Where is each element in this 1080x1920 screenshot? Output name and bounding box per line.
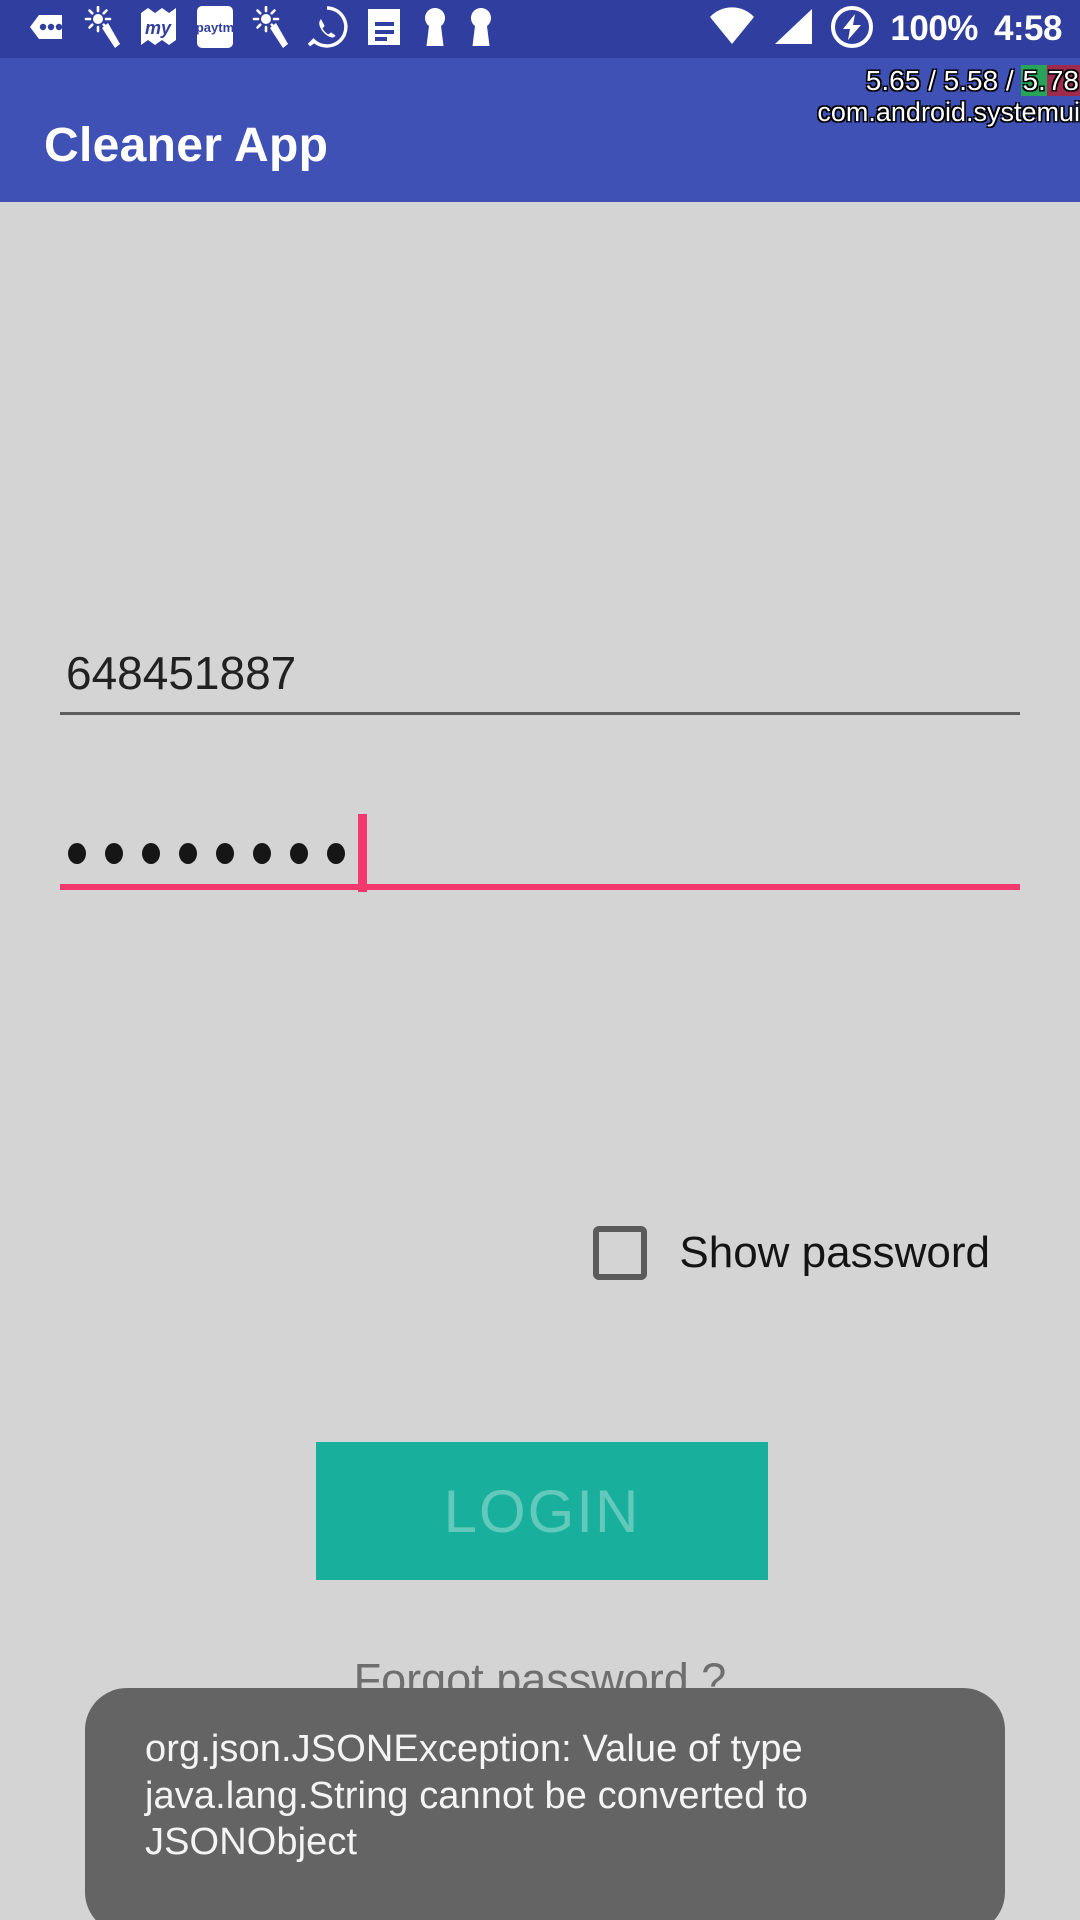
- paytm-icon: paytm: [196, 5, 234, 54]
- status-bar: my paytm 100% 4:58: [0, 0, 1080, 58]
- gpu-separator-2: /: [998, 65, 1022, 96]
- wifi-icon: [708, 6, 756, 52]
- username-underline: [60, 712, 1020, 715]
- clock-label: 4:58: [993, 9, 1063, 48]
- keyhole-icon-2: [466, 6, 496, 53]
- gpu-value-3-green: 5.: [1021, 65, 1047, 96]
- toast-text: org.json.JSONException: Value of type ja…: [145, 1728, 808, 1864]
- password-dot: [105, 842, 123, 864]
- username-input[interactable]: 648451887: [60, 646, 1020, 715]
- password-dot: [68, 842, 86, 864]
- gpu-value-2: 5.58: [943, 65, 999, 96]
- message-document-icon: [364, 6, 404, 53]
- text-caret: [358, 814, 367, 892]
- gpu-separator-1: /: [920, 65, 944, 96]
- password-dot: [216, 842, 234, 864]
- app-bar: Cleaner App 5.65 / 5.58 / 5.78 com.andro…: [0, 58, 1080, 202]
- password-dot: [290, 842, 308, 864]
- battery-charging-icon: [830, 5, 874, 54]
- password-masked-value: [60, 814, 1020, 892]
- show-password-label: Show password: [679, 1228, 990, 1277]
- page-title: Cleaner App: [44, 119, 329, 172]
- show-password-row[interactable]: Show password: [0, 1226, 1080, 1280]
- login-button-label: LOGIN: [443, 1477, 641, 1545]
- cellular-signal-icon: [772, 7, 814, 52]
- gpu-value-1: 5.65: [865, 65, 921, 96]
- password-dot: [253, 842, 271, 864]
- gpu-overlay-values: 5.65 / 5.58 / 5.78: [817, 64, 1080, 97]
- password-dot: [142, 842, 160, 864]
- password-underline: [60, 884, 1020, 890]
- keyhole-icon-1: [420, 6, 450, 53]
- svg-text:paytm: paytm: [196, 20, 234, 35]
- bookmyshow-icon: my: [138, 7, 180, 52]
- battery-percent-label: 100%: [890, 9, 978, 48]
- login-button[interactable]: LOGIN: [316, 1442, 768, 1580]
- magic-wand-sparkle-icon: [82, 5, 122, 53]
- whatsapp-icon: [306, 5, 348, 53]
- gpu-value-3-red: 78: [1046, 65, 1080, 96]
- password-dot: [327, 842, 345, 864]
- password-dot: [179, 842, 197, 864]
- magic-wand-sparkle-icon-2: [250, 5, 290, 53]
- app-screen: my paytm 100% 4:58 Cleaner App 5.65 / 5.…: [0, 0, 1080, 1920]
- login-form-content: 648451887 Show password LOGIN Forgot pas…: [0, 202, 1080, 1920]
- status-bar-notification-icons: my paytm: [26, 5, 708, 54]
- show-password-checkbox[interactable]: [593, 1226, 648, 1280]
- gpu-overlay-package: com.android.systemui: [817, 97, 1080, 128]
- status-bar-system-icons: 100% 4:58: [708, 5, 1063, 54]
- username-value: 648451887: [66, 647, 297, 699]
- svg-text:my: my: [145, 18, 172, 38]
- gpu-profiling-overlay: 5.65 / 5.58 / 5.78 com.android.systemui: [817, 64, 1080, 129]
- password-input[interactable]: [60, 814, 1020, 892]
- toast-message: org.json.JSONException: Value of type ja…: [85, 1688, 1005, 1920]
- notification-dots-icon: [26, 7, 66, 52]
